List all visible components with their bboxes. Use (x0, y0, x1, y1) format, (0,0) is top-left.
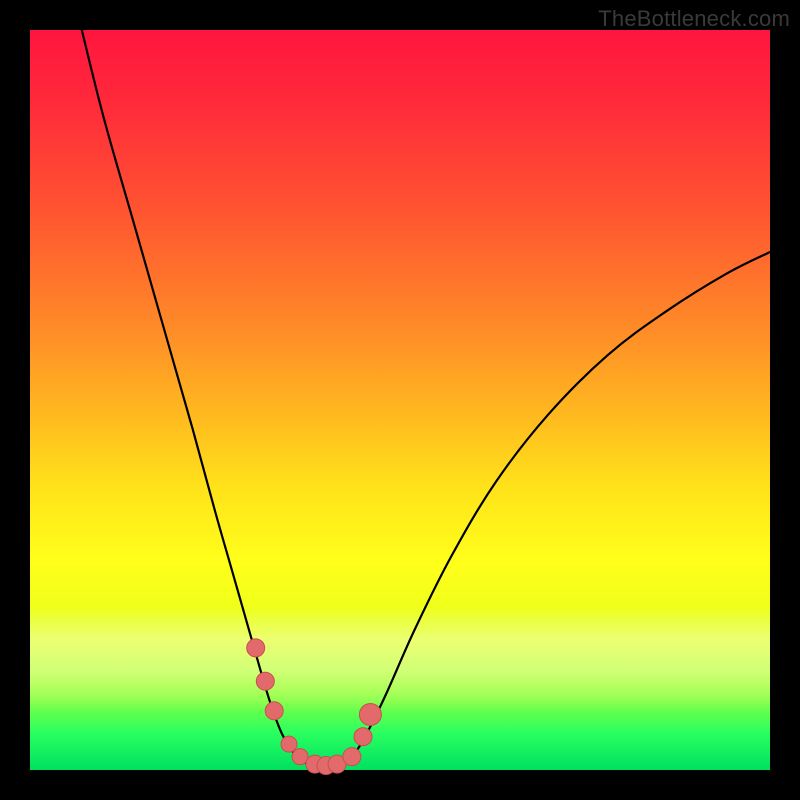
data-marker (281, 736, 297, 752)
curve-right-branch (348, 252, 770, 763)
data-marker (359, 704, 381, 726)
curve-left-branch (82, 30, 304, 763)
chart-frame: TheBottleneck.com (0, 0, 800, 800)
plot-area (30, 30, 770, 770)
curve-layer (30, 30, 770, 770)
data-marker (247, 639, 265, 657)
data-marker (256, 672, 274, 690)
watermark-text: TheBottleneck.com (598, 6, 790, 32)
data-marker (265, 702, 283, 720)
marker-group (247, 639, 382, 775)
data-marker (354, 728, 372, 746)
data-marker (343, 748, 361, 766)
